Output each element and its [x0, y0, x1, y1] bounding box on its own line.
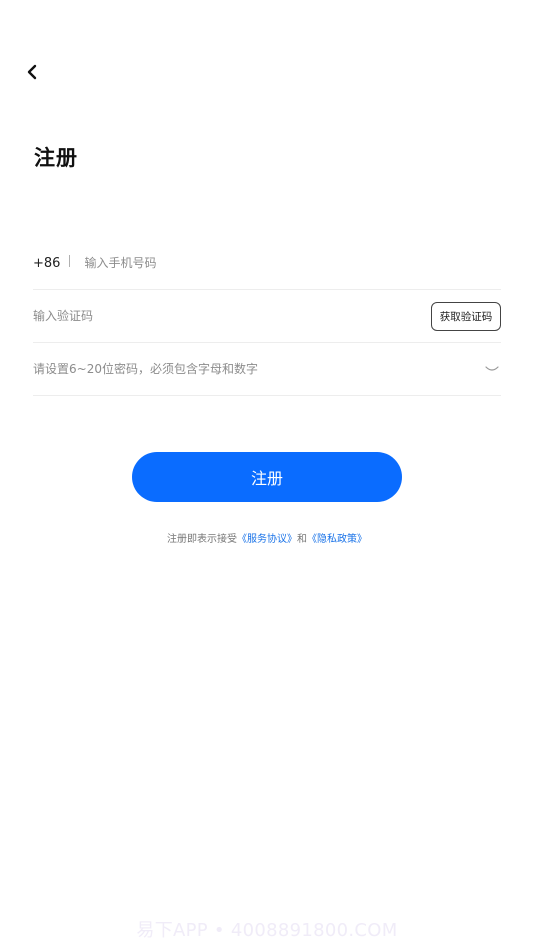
eye-closed-icon — [485, 366, 499, 371]
verification-code-input[interactable] — [33, 309, 431, 323]
back-button[interactable] — [20, 60, 44, 84]
service-agreement-link[interactable]: 《服务协议》 — [237, 534, 297, 545]
register-button[interactable]: 注册 — [132, 452, 402, 502]
password-row — [33, 343, 501, 396]
country-code-selector[interactable]: +86 — [33, 256, 60, 271]
divider — [69, 255, 71, 267]
password-visibility-toggle[interactable] — [484, 361, 500, 377]
chevron-left-icon — [27, 64, 37, 80]
watermark: 易下APP • 4008891800.COM — [136, 920, 398, 941]
agreement-conjunction: 和 — [297, 534, 307, 545]
get-code-button[interactable]: 获取验证码 — [431, 301, 501, 331]
agreement-prefix: 注册即表示接受 — [167, 534, 237, 545]
agreement-text: 注册即表示接受《服务协议》和《隐私政策》 — [0, 530, 534, 545]
phone-input[interactable] — [84, 256, 501, 270]
privacy-policy-link[interactable]: 《隐私政策》 — [307, 534, 367, 545]
page-title: 注册 — [34, 146, 78, 170]
password-input[interactable] — [33, 362, 484, 376]
phone-row: +86 — [33, 237, 501, 290]
code-row: 获取验证码 — [33, 290, 501, 343]
